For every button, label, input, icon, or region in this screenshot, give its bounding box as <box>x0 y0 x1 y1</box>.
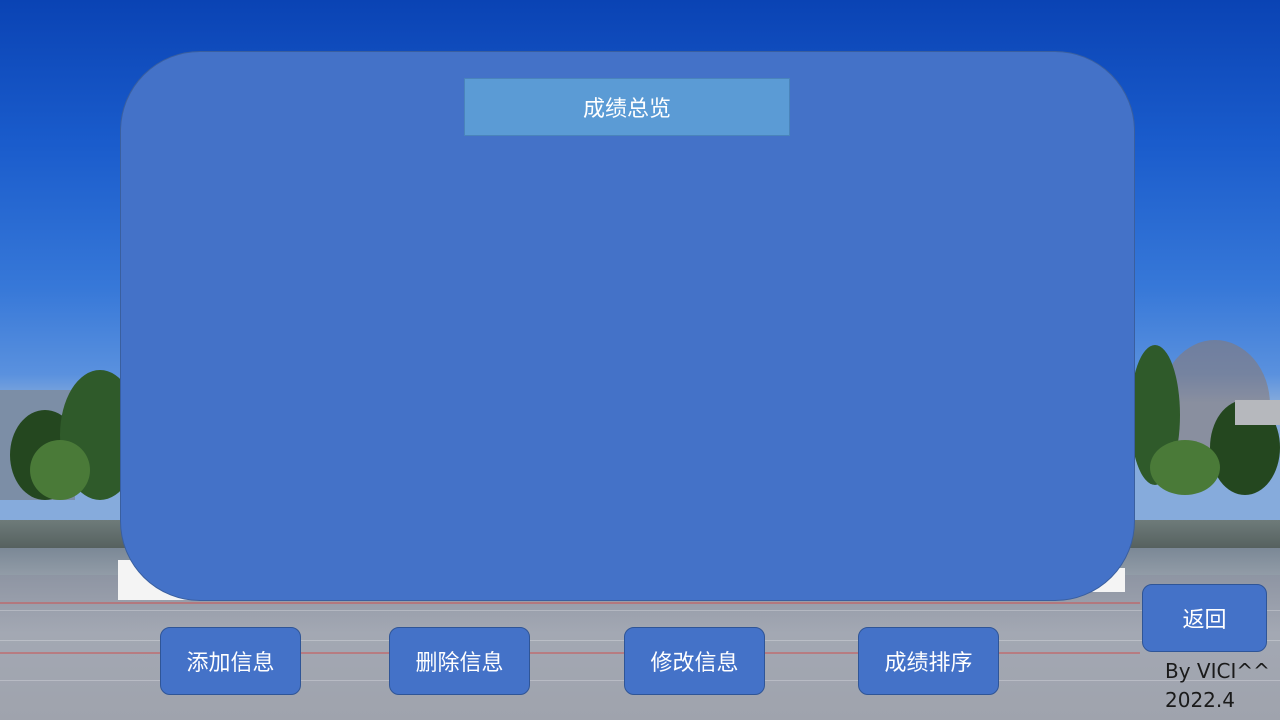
delete-info-button[interactable]: 删除信息 <box>389 627 530 695</box>
edit-info-button[interactable]: 修改信息 <box>624 627 765 695</box>
add-info-button[interactable]: 添加信息 <box>160 627 301 695</box>
tree <box>30 440 90 500</box>
credit-author: By VICI^^ <box>1165 659 1270 683</box>
building <box>1235 400 1280 425</box>
sort-scores-button[interactable]: 成绩排序 <box>858 627 999 695</box>
credit-text: By VICI^^ 2022.4 <box>1165 657 1270 715</box>
app-window: 成绩总览 添加信息 删除信息 修改信息 成绩排序 返回 By VICI^^ 20… <box>0 0 1280 720</box>
credit-date: 2022.4 <box>1165 688 1235 712</box>
tree <box>1150 440 1220 495</box>
back-button[interactable]: 返回 <box>1142 584 1267 652</box>
page-title: 成绩总览 <box>464 78 790 136</box>
